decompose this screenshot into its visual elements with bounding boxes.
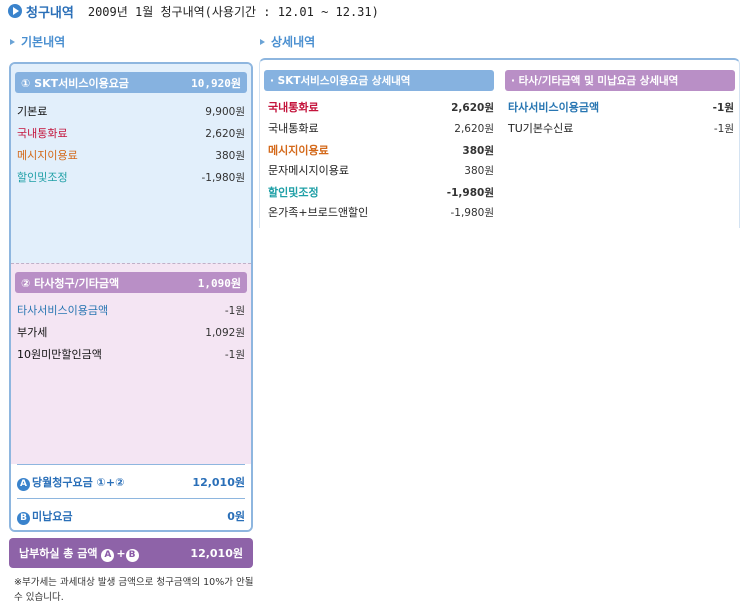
list-item: 10원미만할인금액 -1원 xyxy=(17,348,245,361)
detail-row: 국내통화료 2,620원 xyxy=(268,122,494,135)
badge-b-icon: B xyxy=(17,511,30,525)
skt-detail-bar: · SKT서비스이용요금 상세내역 xyxy=(264,70,494,91)
play-circle-icon xyxy=(8,4,22,18)
current-charge-row: A 당월청구요금 ①+② 12,010원 xyxy=(17,473,245,491)
list-item[interactable]: 국내통화료 2,620원 xyxy=(17,125,245,141)
list-item[interactable]: 타사서비스이용금액 -1원 xyxy=(17,302,245,318)
detail-box: · SKT서비스이용요금 상세내역 · 타사/기타금액 및 미납요금 상세내역 … xyxy=(259,58,740,228)
list-item: 기본료 9,900원 xyxy=(17,105,245,118)
other-total-bar: ② 타사청구/기타금액 1,090원 xyxy=(15,272,247,293)
badge-b-icon: B xyxy=(125,548,139,562)
badge-a-icon: A xyxy=(101,548,115,562)
detail-group-header: 할인및조정 -1,980원 xyxy=(268,186,494,199)
triangle-bullet-icon xyxy=(10,38,15,45)
skt-section: ① SKT서비스이용요금 10,920원 기본료 9,900원 국내통화료 2,… xyxy=(11,64,251,263)
basic-section-label: 기본내역 xyxy=(10,33,65,50)
badge-a-icon: A xyxy=(17,477,30,491)
total-due-bar: 납부하실 총 금액 A + B 12,010원 xyxy=(9,538,253,568)
other-section: ② 타사청구/기타금액 1,090원 타사서비스이용금액 -1원 부가세 1,0… xyxy=(11,263,251,464)
page-header: 청구내역 2009년 1월 청구내역(사용기간 : 12.01 ~ 12.31) xyxy=(8,2,379,21)
detail-row: 문자메시지이용료 380원 xyxy=(268,164,494,177)
detail-group-header: 국내통화료 2,620원 xyxy=(268,101,494,114)
detail-row: TU기본수신료 -1원 xyxy=(508,122,734,135)
sum-section: A 당월청구요금 ①+② 12,010원 B 미납요금 0원 xyxy=(11,464,251,530)
triangle-bullet-icon xyxy=(260,38,265,45)
detail-section-label: 상세내역 xyxy=(260,33,315,50)
list-item[interactable]: 메시지이용료 380원 xyxy=(17,147,245,163)
unpaid-row: B 미납요금 0원 xyxy=(17,507,245,525)
divider xyxy=(17,464,245,465)
skt-total-bar: ① SKT서비스이용요금 10,920원 xyxy=(15,72,247,93)
vat-note: ※부가세는 과세대상 발생 금액으로 청구금액의 10%가 안될 수 있습니다. xyxy=(14,577,254,603)
detail-row: 온가족+브로드앤할인 -1,980원 xyxy=(268,206,494,219)
billing-period: 2009년 1월 청구내역(사용기간 : 12.01 ~ 12.31) xyxy=(87,4,379,19)
list-item: 부가세 1,092원 xyxy=(17,326,245,339)
divider xyxy=(17,498,245,499)
basic-summary-box: ① SKT서비스이용요금 10,920원 기본료 9,900원 국내통화료 2,… xyxy=(9,62,253,532)
page-title: 청구내역 xyxy=(26,5,74,21)
detail-group-header: 메시지이용료 380원 xyxy=(268,144,494,157)
detail-group-header: 타사서비스이용금액 -1원 xyxy=(508,101,734,114)
list-item[interactable]: 할인및조정 -1,980원 xyxy=(17,169,245,185)
other-detail-bar: · 타사/기타금액 및 미납요금 상세내역 xyxy=(505,70,735,91)
